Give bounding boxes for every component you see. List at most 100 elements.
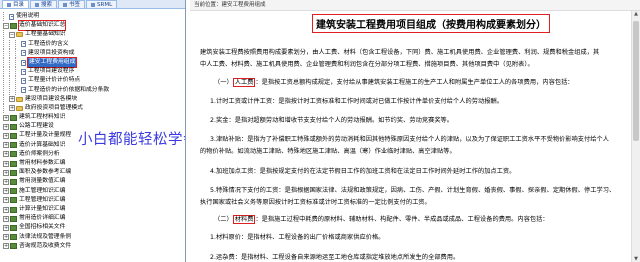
tab-contents[interactable]: 目录 xyxy=(2,0,30,8)
tree-item-label: 常用造价详细汇编 xyxy=(19,215,66,222)
tree-item[interactable]: + 常用材料参数汇编 xyxy=(0,159,185,168)
tree-item[interactable]: − 造价基础知识汇总 xyxy=(0,20,185,32)
tree-item[interactable]: 工程造价的含义 xyxy=(0,39,185,49)
left-pane: 目录 搜索 书签 SRML 使用说明 − 造价基础知识汇总 − 工程量基础知识 工程造价的… xyxy=(0,0,186,262)
tree-item-label: 法律法规及管理条例 xyxy=(19,233,72,240)
tree-item-label: 计算计量知识汇编 xyxy=(19,205,66,212)
tree-item[interactable]: + 工程管理知识汇编 xyxy=(0,196,185,205)
paragraph-line: 1.计时工资或计件工资：是指按计时工资标准和工作时间或对已做工作按计件单价支付给… xyxy=(210,96,503,105)
document-icon xyxy=(21,50,26,57)
expand-icon[interactable]: + xyxy=(3,114,9,121)
location-bar: 当前位置：建安工程费用组成 xyxy=(190,0,640,11)
tree-item-label: 常用测量数值汇编 xyxy=(19,178,66,185)
paragraph-text: 建筑安装工程费按照费用构成要素划分，由人工费、材料（包含工程设备，下同）费、施工… xyxy=(200,49,600,56)
tab-srml[interactable]: SRML xyxy=(86,0,118,8)
tree-item-label: 公路工程建设 xyxy=(19,123,54,130)
expand-icon[interactable]: + xyxy=(3,123,9,130)
tree-item[interactable]: + 常用造价详细汇编 xyxy=(0,214,185,223)
tree-item-label: 全国招标相关文件 xyxy=(19,224,66,231)
tree-item-label: 政府投资项目管理模式 xyxy=(25,104,83,111)
tree-item[interactable]: 建设项目投资构成 xyxy=(0,48,185,58)
tree-item[interactable]: + 咨询规范及收费文件 xyxy=(0,242,185,251)
tree-item-label: 工程造价的计价依据和成分条款 xyxy=(28,86,110,93)
page-title: 建筑安装工程费用项目组成（按费用构成要素划分） xyxy=(312,14,550,33)
expand-icon[interactable]: + xyxy=(3,197,9,204)
collapse-icon[interactable]: − xyxy=(3,22,9,29)
book-icon xyxy=(10,178,17,185)
tree-item[interactable]: + 政府投资项目管理模式 xyxy=(0,103,185,113)
expand-icon[interactable]: + xyxy=(3,243,9,250)
book-icon xyxy=(10,142,17,149)
tree-item-label: 工程量基础知识 xyxy=(25,31,66,38)
expand-icon[interactable]: + xyxy=(3,188,9,195)
tree-item[interactable]: + 施工管理知识汇编 xyxy=(0,187,185,196)
tree-item-label: 建安工程费用组成 xyxy=(26,56,78,69)
tree-item[interactable]: + 法律法规及管理条例 xyxy=(0,233,185,242)
tree-item-label: 建筑工程材料知识 xyxy=(19,114,66,121)
tree-item[interactable]: + 全国招标相关文件 xyxy=(0,223,185,232)
tree-item[interactable]: + 造价师案例分析 xyxy=(0,150,185,159)
tree-item[interactable]: − 工程量基础知识 xyxy=(0,30,185,40)
paragraph-text: 1.材料原价：是指材料、工程设备的出厂价格或商家供应价格。 xyxy=(210,234,385,241)
srml-icon xyxy=(91,2,96,7)
expand-icon[interactable]: + xyxy=(3,142,9,149)
tree-item-label: 工程项目建设程序 xyxy=(28,68,75,75)
expand-icon[interactable]: + xyxy=(3,169,9,176)
scroll-thumb[interactable] xyxy=(633,21,639,141)
paragraph-text: 3.津贴补贴：是指为了补偿职工特殊或额外的劳动消耗和因其他特殊原因支付给个人的津… xyxy=(210,136,609,143)
book-icon xyxy=(10,243,17,250)
collapse-icon[interactable]: − xyxy=(9,31,15,38)
tree-item[interactable]: + 建设项目建设各模块 xyxy=(0,94,185,104)
paragraph-text: ：是指按工资总额构成规定，支付给从事建筑安装工程施工的生产工人和附属生产单位工人… xyxy=(255,79,574,86)
tree-item-label: 咨询规范及收费文件 xyxy=(19,242,72,249)
document-icon xyxy=(21,41,26,48)
paragraph-line: 2.奖金：是指对超额劳动和增收节支支付给个人的劳动报酬。如节约奖、劳动竞赛奖等。 xyxy=(210,115,453,124)
tree-item[interactable]: + 面积及参数参考汇编 xyxy=(0,168,185,177)
expand-icon[interactable]: + xyxy=(9,96,15,103)
expand-icon[interactable]: + xyxy=(3,178,9,185)
expand-icon[interactable]: + xyxy=(3,234,9,241)
expand-icon[interactable]: + xyxy=(3,224,9,231)
tree-item[interactable]: + 常用测量数值汇编 xyxy=(0,177,185,186)
scroll-up-icon[interactable]: ▲ xyxy=(633,11,639,17)
highlighted-term: 人工费 xyxy=(232,78,256,87)
document-icon xyxy=(21,68,26,75)
paragraph-line: 1.材料原价：是指材料、工程设备的出厂价格或商家供应价格。 xyxy=(210,232,384,241)
tree-item-label: 建设项目投资构成 xyxy=(28,49,75,56)
tree-item[interactable]: 工程项目建设程序 xyxy=(0,67,185,77)
tree-item-label: 造价师案例分析 xyxy=(19,150,60,157)
paragraph-line: （二） 材料费 ：是指施工过程中耗费的原材料、辅助材料、构配件、零件、半成品或成品、… xyxy=(214,214,549,224)
expand-icon[interactable]: + xyxy=(3,215,9,222)
book-icon xyxy=(10,114,17,121)
paragraph-line: 建筑安装工程费按照费用构成要素划分，由人工费、材料（包含工程设备，下同）费、施工… xyxy=(200,47,599,56)
vertical-scrollbar[interactable]: ▲ ▼ xyxy=(631,11,640,262)
paragraph-text: ：是指施工过程中耗费的原材料、辅助材料、构配件、零件、半成品或成品、工程设备的费… xyxy=(255,216,549,223)
tree-item[interactable]: 使用说明 xyxy=(0,12,185,22)
expand-icon[interactable]: + xyxy=(3,151,9,158)
tree-item-label: 造价基础知识汇总 xyxy=(17,20,67,32)
book-icon xyxy=(10,160,17,167)
tree-item-label: 施工管理知识汇编 xyxy=(19,187,66,194)
book-icon xyxy=(10,151,17,158)
content-pane: 当前位置：建安工程费用组成 建筑安装工程费用项目组成（按费用构成要素划分） 建筑… xyxy=(190,0,640,262)
expand-icon[interactable]: + xyxy=(3,160,9,167)
scroll-down-icon[interactable]: ▼ xyxy=(633,256,639,262)
expand-icon[interactable]: + xyxy=(3,133,9,140)
tree-item[interactable]: + 建筑工程材料知识 xyxy=(0,113,185,122)
paragraph-line: （一） 人工费 ：是指按工资总额构成规定，支付给从事建筑安装工程施工的生产工人和附属… xyxy=(214,77,574,87)
tree-item[interactable]: 工程量计价计价特点 xyxy=(0,76,185,86)
book-icon xyxy=(10,234,17,241)
tab-search[interactable]: 搜索 xyxy=(30,0,58,8)
expand-icon[interactable]: + xyxy=(9,105,15,112)
tree-item[interactable]: + 计算计量知识汇编 xyxy=(0,205,185,214)
tab-bookmarks[interactable]: 书签 xyxy=(58,0,86,8)
document-icon xyxy=(21,59,26,66)
tree-item[interactable]: 建安工程费用组成 xyxy=(0,56,185,69)
tree-item[interactable]: 工程造价的计价依据和成分条款 xyxy=(0,85,185,95)
book-icon xyxy=(10,22,17,29)
book-icon xyxy=(10,215,17,222)
paragraph-line: 5.特殊情况下支付的工资：是指根据国家法律、法规和政策规定，因病、工伤、产假、计… xyxy=(210,185,615,194)
paragraph-text: 1.计时工资或计件工资：是指按计时工资标准和工作时间或对已做工作按计件单价支付给… xyxy=(210,98,503,105)
paragraph-line: 中人工费、材料费、施工机具使用费、企业管理费和利润包含在分部分项工程费、措施项目… xyxy=(200,59,534,68)
expand-icon[interactable]: + xyxy=(3,206,9,213)
